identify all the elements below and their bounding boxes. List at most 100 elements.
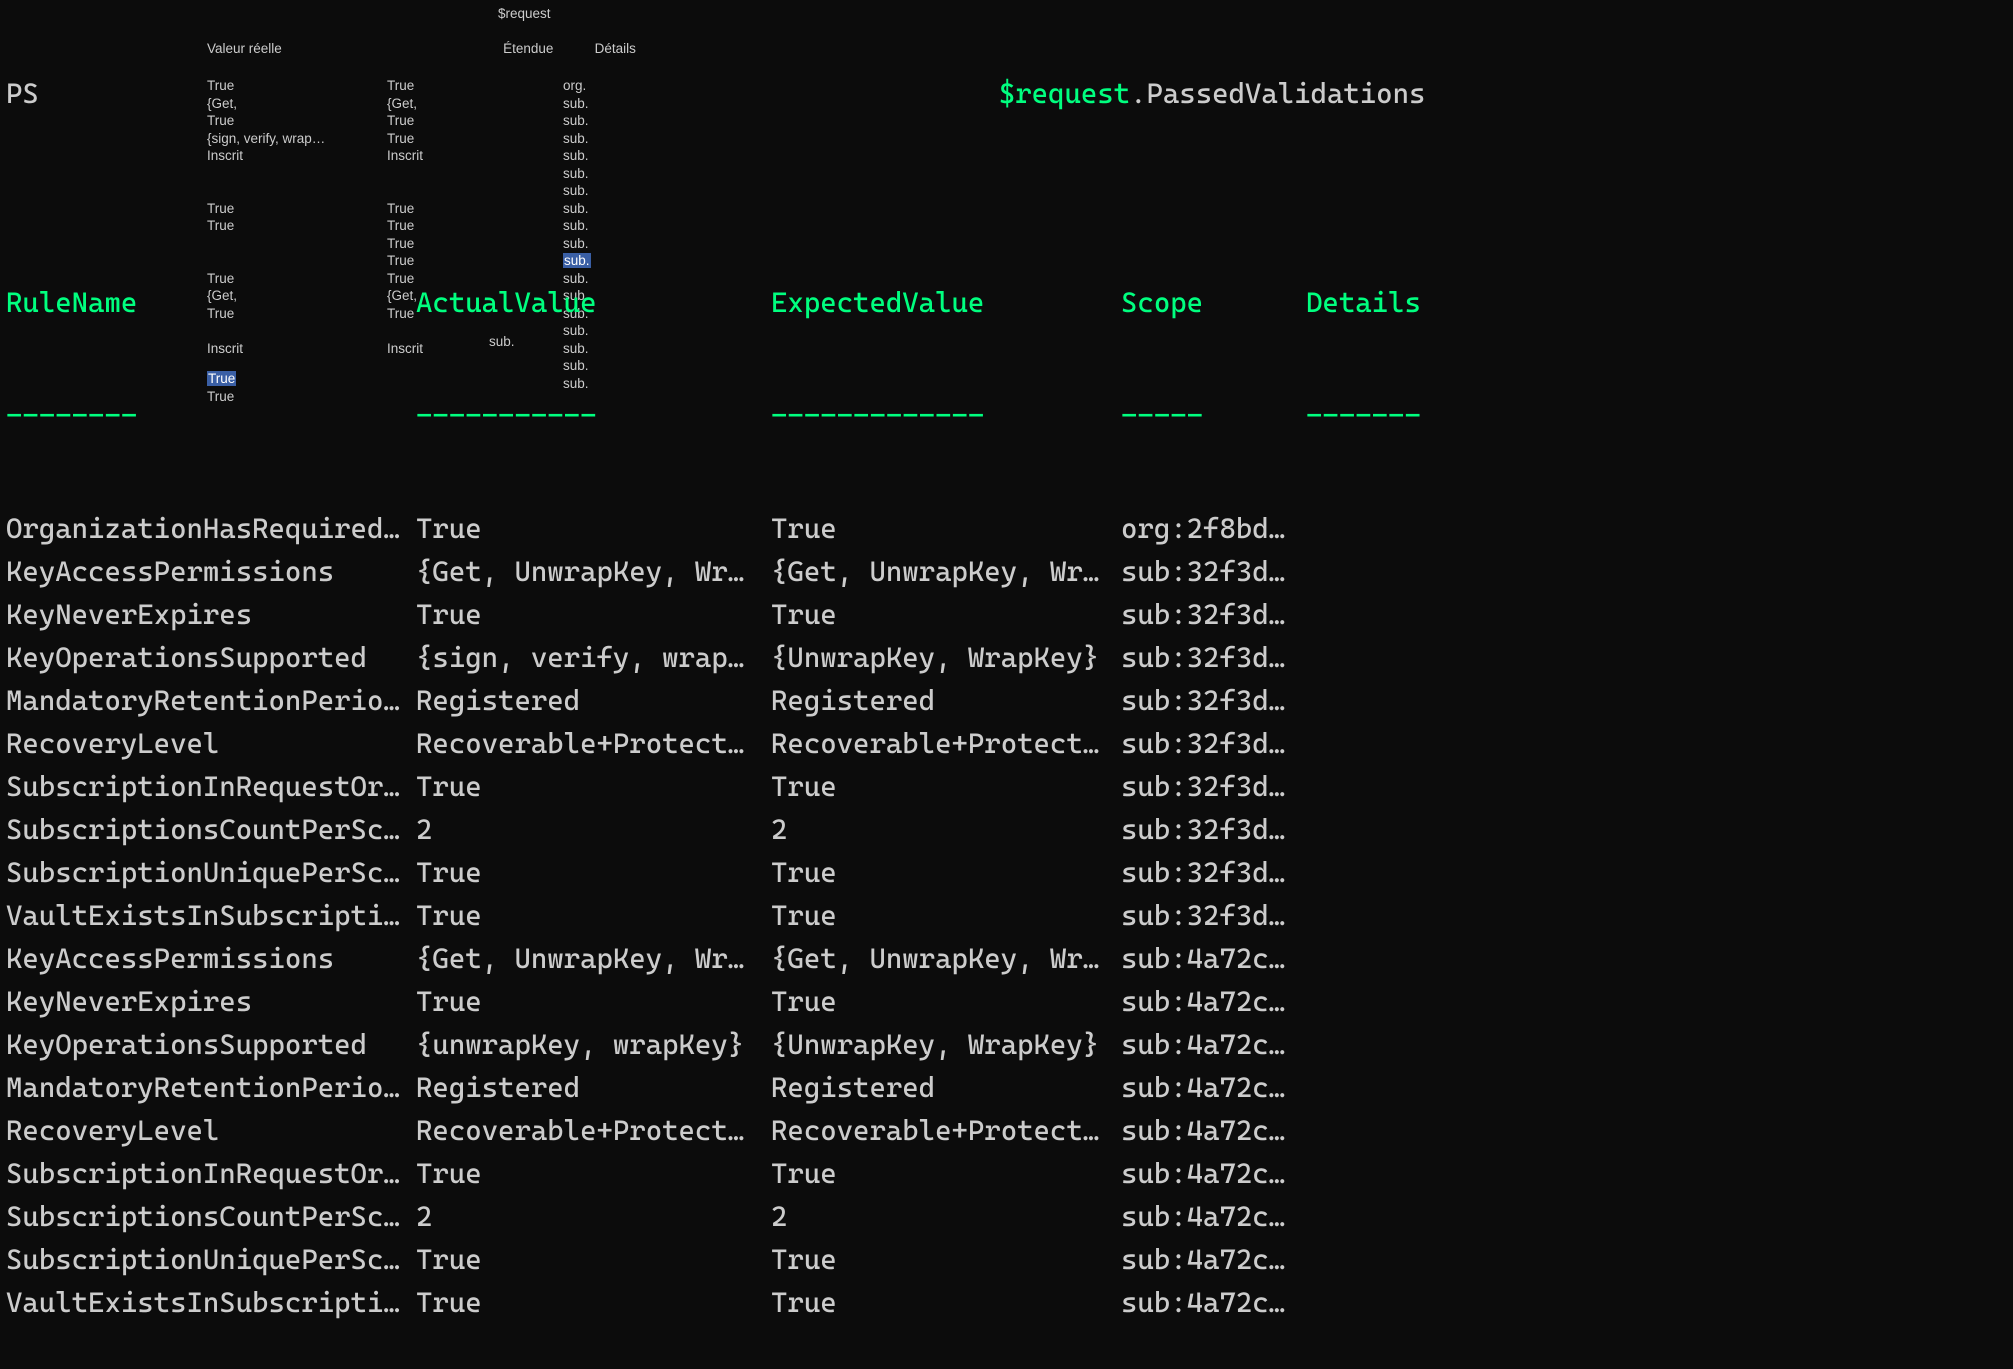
cell-rulename: KeyNeverExpires: [6, 597, 416, 632]
table-row: KeyOperationsSupported{sign, verify, wra…: [6, 640, 1426, 683]
table-row: KeyAccessPermissions{Get, UnwrapKey, Wr……: [6, 941, 1426, 984]
cell-rulename: KeyOperationsSupported: [6, 640, 416, 675]
cell-scope: sub:4a72c…: [1121, 1242, 1296, 1277]
cell-rulename: MandatoryRetentionPerio…: [6, 1070, 416, 1105]
cell-expectedvalue: Registered: [771, 683, 1116, 718]
table-row: KeyAccessPermissions{Get, UnwrapKey, Wr……: [6, 554, 1426, 597]
table-row: SubscriptionsCountPerSc…22sub:4a72c…: [6, 1199, 1426, 1242]
cell-expectedvalue: {Get, UnwrapKey, Wr…: [771, 941, 1116, 976]
terminal-output[interactable]: PS$request.PassedValidations RuleNameAct…: [0, 0, 1432, 1369]
cell-rulename: SubscriptionsCountPerSc…: [6, 812, 416, 847]
cell-rulename: KeyAccessPermissions: [6, 554, 416, 589]
cell-expectedvalue: True: [771, 597, 1116, 632]
cell-expectedvalue: True: [771, 769, 1116, 804]
cell-rulename: SubscriptionInRequestOr…: [6, 769, 416, 804]
cell-scope: sub:32f3d…: [1121, 683, 1296, 718]
table-divider: ----------------------------------------…: [6, 398, 1426, 441]
header-expectedvalue: ExpectedValue: [771, 285, 1116, 320]
table-row: RecoveryLevelRecoverable+Protect…Recover…: [6, 1113, 1426, 1156]
divider-rulename: --------: [6, 398, 416, 433]
table-row: KeyNeverExpiresTrueTruesub:4a72c…: [6, 984, 1426, 1027]
header-details: Details: [1306, 285, 1426, 320]
cell-rulename: VaultExistsInSubscripti…: [6, 898, 416, 933]
table-header: RuleNameActualValueExpectedValueScopeDet…: [6, 285, 1426, 328]
table-row: SubscriptionsCountPerSc…22sub:32f3d…: [6, 812, 1426, 855]
table-row: SubscriptionUniquePerSc…TrueTruesub:32f3…: [6, 855, 1426, 898]
cell-expectedvalue: True: [771, 1156, 1116, 1191]
header-actualvalue: ActualValue: [416, 285, 761, 320]
cell-rulename: OrganizationHasRequired…: [6, 511, 416, 546]
cell-actualvalue: Recoverable+Protect…: [416, 1113, 761, 1148]
cell-actualvalue: True: [416, 855, 761, 890]
cell-expectedvalue: True: [771, 511, 1116, 546]
cell-actualvalue: True: [416, 1285, 761, 1320]
cell-rulename: KeyNeverExpires: [6, 984, 416, 1019]
header-rulename: RuleName: [6, 285, 416, 320]
divider-scope: -----: [1121, 398, 1296, 433]
divider-details: -------: [1306, 398, 1426, 433]
cell-actualvalue: True: [416, 1156, 761, 1191]
cell-rulename: VaultExistsInSubscripti…: [6, 1285, 416, 1320]
cell-actualvalue: Registered: [416, 683, 761, 718]
cell-scope: sub:32f3d…: [1121, 812, 1296, 847]
cell-expectedvalue: {Get, UnwrapKey, Wr…: [771, 554, 1116, 589]
table-row: MandatoryRetentionPerio…RegisteredRegist…: [6, 1070, 1426, 1113]
cell-scope: sub:4a72c…: [1121, 1156, 1296, 1191]
cell-actualvalue: 2: [416, 1199, 761, 1234]
cell-scope: sub:4a72c…: [1121, 941, 1296, 976]
cell-actualvalue: Recoverable+Protect…: [416, 726, 761, 761]
cell-expectedvalue: {UnwrapKey, WrapKey}: [771, 1027, 1116, 1062]
cell-expectedvalue: 2: [771, 812, 1116, 847]
cell-scope: sub:4a72c…: [1121, 1027, 1296, 1062]
cell-expectedvalue: {UnwrapKey, WrapKey}: [771, 640, 1116, 675]
cell-scope: sub:32f3d…: [1121, 726, 1296, 761]
cell-actualvalue: {Get, UnwrapKey, Wr…: [416, 941, 761, 976]
cell-scope: sub:4a72c…: [1121, 1070, 1296, 1105]
divider-expectedvalue: -------------: [771, 398, 1116, 433]
table-row: SubscriptionInRequestOr…TrueTruesub:32f3…: [6, 769, 1426, 812]
table-row: SubscriptionUniquePerSc…TrueTruesub:4a72…: [6, 1242, 1426, 1285]
cell-scope: sub:32f3d…: [1121, 640, 1296, 675]
cell-rulename: RecoveryLevel: [6, 726, 416, 761]
cell-scope: sub:32f3d…: [1121, 769, 1296, 804]
cell-actualvalue: 2: [416, 812, 761, 847]
ps-member: .PassedValidations: [1130, 77, 1425, 110]
cell-expectedvalue: Registered: [771, 1070, 1116, 1105]
cell-rulename: MandatoryRetentionPerio…: [6, 683, 416, 718]
cell-scope: org:2f8bd…: [1121, 511, 1296, 546]
cell-scope: sub:32f3d…: [1121, 597, 1296, 632]
cell-scope: sub:4a72c…: [1121, 1199, 1296, 1234]
table-row: OrganizationHasRequired…TrueTrueorg:2f8b…: [6, 511, 1426, 554]
cell-expectedvalue: 2: [771, 1199, 1116, 1234]
cell-scope: sub:4a72c…: [1121, 1113, 1296, 1148]
cell-actualvalue: True: [416, 769, 761, 804]
cell-rulename: SubscriptionUniquePerSc…: [6, 1242, 416, 1277]
cell-rulename: SubscriptionsCountPerSc…: [6, 1199, 416, 1234]
table-row: VaultExistsInSubscripti…TrueTruesub:32f3…: [6, 898, 1426, 941]
cell-actualvalue: True: [416, 511, 761, 546]
cell-actualvalue: True: [416, 597, 761, 632]
cell-expectedvalue: Recoverable+Protect…: [771, 726, 1116, 761]
table-row: RecoveryLevelRecoverable+Protect…Recover…: [6, 726, 1426, 769]
divider-actualvalue: -----------: [416, 398, 761, 433]
cell-actualvalue: True: [416, 898, 761, 933]
cell-expectedvalue: True: [771, 984, 1116, 1019]
cell-rulename: KeyOperationsSupported: [6, 1027, 416, 1062]
cell-expectedvalue: True: [771, 855, 1116, 890]
cell-actualvalue: {Get, UnwrapKey, Wr…: [416, 554, 761, 589]
cell-actualvalue: {unwrapKey, wrapKey}: [416, 1027, 761, 1062]
ps-command: $request: [999, 77, 1130, 110]
cell-scope: sub:4a72c…: [1121, 1285, 1296, 1320]
cell-actualvalue: True: [416, 1242, 761, 1277]
cell-expectedvalue: True: [771, 1285, 1116, 1320]
cell-scope: sub:32f3d…: [1121, 855, 1296, 890]
prompt-line: PS$request.PassedValidations: [6, 76, 1426, 111]
table-row: KeyNeverExpiresTrueTruesub:32f3d…: [6, 597, 1426, 640]
cell-expectedvalue: True: [771, 1242, 1116, 1277]
table-row: MandatoryRetentionPerio…RegisteredRegist…: [6, 683, 1426, 726]
cell-rulename: SubscriptionUniquePerSc…: [6, 855, 416, 890]
cell-actualvalue: Registered: [416, 1070, 761, 1105]
cell-actualvalue: True: [416, 984, 761, 1019]
cell-scope: sub:4a72c…: [1121, 984, 1296, 1019]
table-row: KeyOperationsSupported{unwrapKey, wrapKe…: [6, 1027, 1426, 1070]
